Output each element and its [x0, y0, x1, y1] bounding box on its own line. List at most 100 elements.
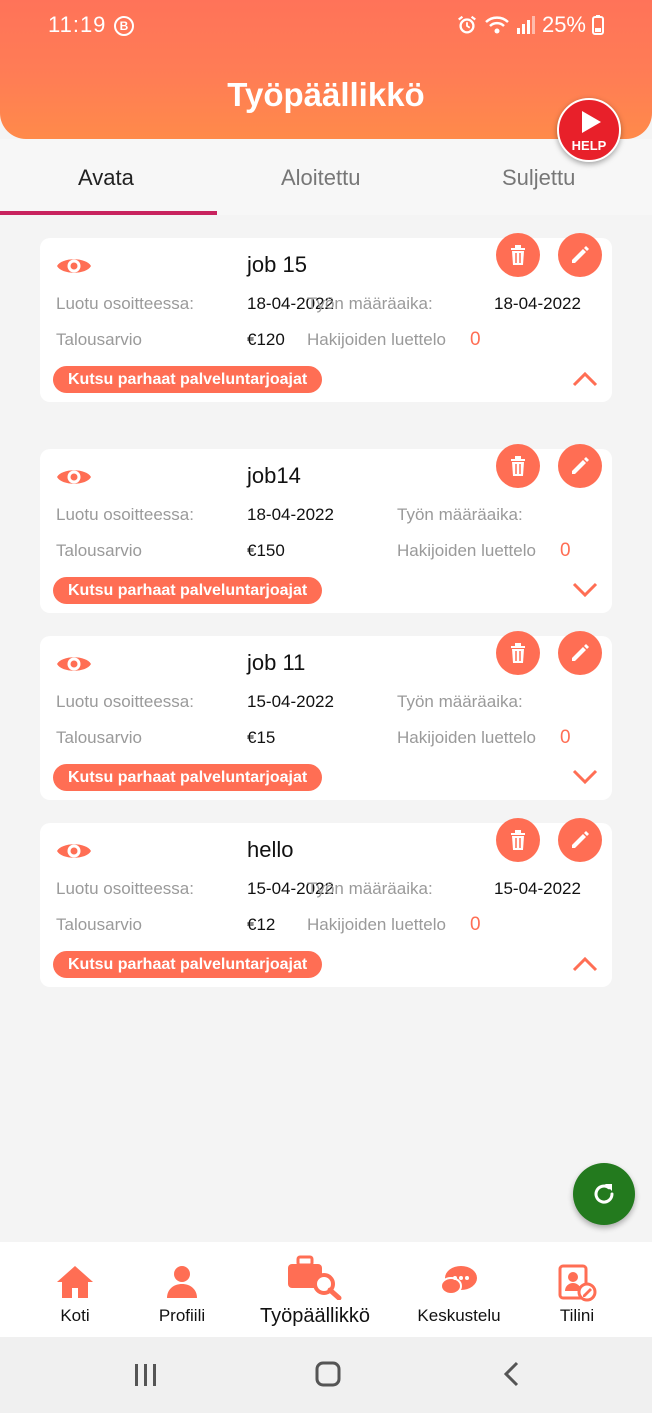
help-label: HELP: [571, 138, 607, 153]
job-title: hello: [247, 837, 294, 862]
invite-providers-button[interactable]: Kutsu parhaat palveluntarjoajat: [53, 951, 323, 978]
job-manager-icon: [288, 1255, 342, 1300]
nav-label: Tilini: [559, 1306, 595, 1325]
battery-icon: [592, 15, 604, 35]
job-title: job 15: [247, 252, 307, 277]
budget-value: €15: [247, 728, 276, 747]
nav-label: Profiili: [158, 1306, 206, 1325]
created-label: Luotu osoitteessa:: [56, 294, 194, 313]
status-tabs: Avata Aloitettu Suljettu: [0, 139, 652, 215]
active-tab-indicator: [0, 211, 217, 215]
applicants-count[interactable]: 0: [560, 727, 571, 749]
deadline-date: 18-04-2022: [494, 294, 581, 313]
budget-value: €12: [247, 915, 276, 934]
created-date: 15-04-2022: [247, 692, 334, 711]
chevron-down-icon[interactable]: [572, 582, 598, 598]
tab-aloitettu[interactable]: Aloitettu: [281, 165, 361, 191]
created-label: Luotu osoitteessa:: [56, 505, 194, 524]
chat-icon: [440, 1266, 477, 1295]
applicants-count[interactable]: 0: [470, 329, 481, 351]
applicants-label: Hakijoiden luettelo: [397, 541, 536, 560]
chevron-up-icon[interactable]: [572, 371, 598, 387]
trash-icon: [511, 245, 525, 265]
eye-icon[interactable]: [56, 465, 92, 489]
applicants-count[interactable]: 0: [470, 914, 481, 936]
job-card[interactable]: hello Luotu osoitteessa: 15-04-2022 Työn…: [40, 818, 612, 987]
signal-icon: [516, 16, 535, 34]
nav-label: Työpäällikkö: [259, 1305, 371, 1327]
status-bar: 11:19 B 25%: [0, 12, 652, 42]
trash-icon: [511, 643, 525, 663]
tab-avata[interactable]: Avata: [78, 165, 134, 191]
delete-button[interactable]: [496, 631, 540, 675]
created-label: Luotu osoitteessa:: [56, 692, 194, 711]
eye-icon[interactable]: [56, 652, 92, 676]
refresh-button[interactable]: [573, 1163, 635, 1225]
nav-koti[interactable]: Koti: [35, 1242, 115, 1337]
budget-label: Talousarvio: [56, 330, 142, 349]
delete-button[interactable]: [496, 233, 540, 277]
pencil-icon: [572, 246, 589, 263]
nav-profiili[interactable]: Profiili: [142, 1242, 222, 1337]
refresh-icon: [594, 1184, 614, 1204]
budget-value: €150: [247, 541, 285, 560]
bottom-navigation: Koti Profiili Työpäällikkö Keskustelu Ti…: [0, 1242, 652, 1337]
pencil-icon: [572, 831, 589, 848]
nav-label: Koti: [60, 1306, 90, 1325]
tab-suljettu[interactable]: Suljettu: [502, 165, 575, 191]
deadline-label: Työn määräaika:: [397, 505, 523, 524]
page-title: Työpäällikkö: [227, 76, 425, 113]
created-date: 18-04-2022: [247, 505, 334, 524]
edit-button[interactable]: [558, 444, 602, 488]
job-card[interactable]: job14 Luotu osoitteessa: 18-04-2022 Työn…: [40, 444, 612, 613]
delete-button[interactable]: [496, 444, 540, 488]
play-icon: [582, 111, 601, 133]
home-button-icon[interactable]: [314, 1360, 342, 1388]
invite-providers-button[interactable]: Kutsu parhaat palveluntarjoajat: [53, 577, 323, 604]
budget-label: Talousarvio: [56, 541, 142, 560]
applicants-label: Hakijoiden luettelo: [307, 330, 446, 349]
home-icon: [57, 1266, 93, 1298]
status-time: 11:19: [48, 12, 107, 37]
deadline-label: Työn määräaika:: [307, 879, 433, 898]
edit-button[interactable]: [558, 631, 602, 675]
delete-button[interactable]: [496, 818, 540, 862]
profile-icon: [167, 1266, 197, 1298]
eye-icon[interactable]: [56, 839, 92, 863]
system-navigation-bar: [0, 1337, 652, 1413]
back-icon[interactable]: [500, 1360, 522, 1388]
chevron-up-icon[interactable]: [572, 956, 598, 972]
job-card[interactable]: job 15 Luotu osoitteessa: 18-04-2022 Työ…: [40, 233, 612, 402]
deadline-date: 15-04-2022: [494, 879, 581, 898]
budget-label: Talousarvio: [56, 915, 142, 934]
created-label: Luotu osoitteessa:: [56, 879, 194, 898]
notification-b-icon: B: [114, 16, 135, 36]
pencil-icon: [572, 457, 589, 474]
app-header: 11:19 B 25% Työpäällikkö: [0, 0, 652, 139]
applicants-label: Hakijoiden luettelo: [307, 915, 446, 934]
budget-value: €120: [247, 330, 285, 349]
deadline-label: Työn määräaika:: [397, 692, 523, 711]
chevron-down-icon[interactable]: [572, 769, 598, 785]
edit-button[interactable]: [558, 818, 602, 862]
invite-providers-button[interactable]: Kutsu parhaat palveluntarjoajat: [53, 366, 323, 393]
budget-label: Talousarvio: [56, 728, 142, 747]
help-button[interactable]: HELP: [557, 98, 621, 162]
applicants-label: Hakijoiden luettelo: [397, 728, 536, 747]
wifi-icon: [485, 16, 509, 34]
invite-providers-button[interactable]: Kutsu parhaat palveluntarjoajat: [53, 764, 323, 791]
deadline-label: Työn määräaika:: [307, 294, 433, 313]
applicants-count[interactable]: 0: [560, 540, 571, 562]
nav-tilini[interactable]: Tilini: [537, 1242, 617, 1337]
job-card[interactable]: job 11 Luotu osoitteessa: 15-04-2022 Työ…: [40, 631, 612, 800]
account-icon: [558, 1264, 597, 1302]
eye-icon[interactable]: [56, 254, 92, 278]
edit-button[interactable]: [558, 233, 602, 277]
job-title: job14: [247, 463, 301, 488]
battery-percent: 25%: [541, 12, 586, 37]
nav-tyopaallikko[interactable]: Työpäällikkö: [249, 1242, 381, 1337]
nav-keskustelu[interactable]: Keskustelu: [408, 1242, 510, 1337]
trash-icon: [511, 830, 525, 850]
alarm-icon: [458, 15, 476, 34]
recent-apps-icon[interactable]: [133, 1362, 159, 1388]
